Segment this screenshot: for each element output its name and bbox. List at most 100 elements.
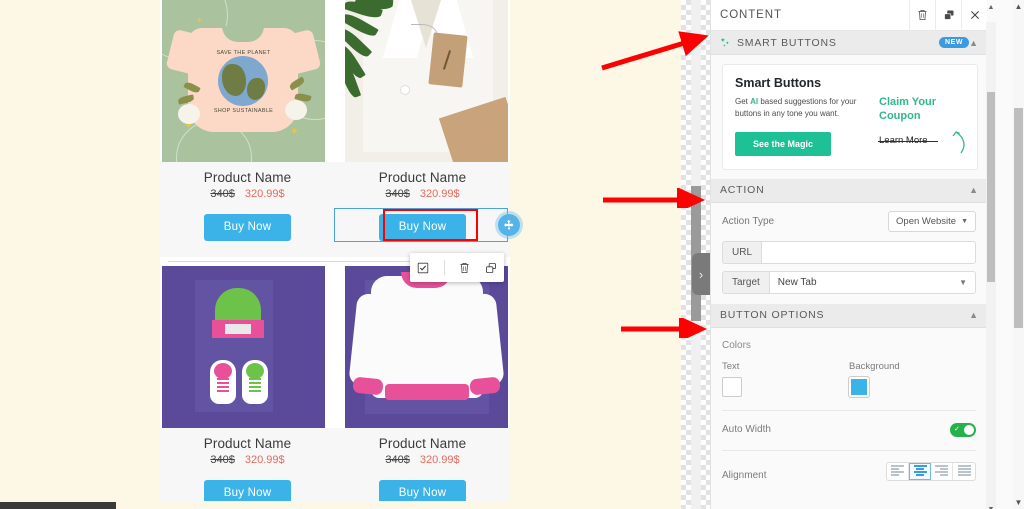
- align-left-button[interactable]: [887, 462, 909, 480]
- text-color-label: Text: [722, 360, 740, 372]
- email-builder-canvas[interactable]: ✦ ✦ ✦ ✦ ✦ ✦ SAVE THE PLANET SHOP SUSTAIN…: [0, 0, 681, 509]
- product-card[interactable]: ✦ ✦ ✦ ✦ ✦ ✦ SAVE THE PLANET SHOP SUSTAIN…: [160, 0, 335, 257]
- product-row: Product Name 340$ 320.99$ Buy Now Produc…: [160, 266, 510, 509]
- product-new-price: 320.99$: [419, 188, 460, 200]
- smart-buttons-promo-card: Smart Buttons Get AI based suggestions f…: [722, 64, 978, 170]
- url-input[interactable]: [761, 240, 976, 264]
- chevron-down-icon: ▼: [959, 277, 967, 287]
- section-label: SMART BUTTONS: [737, 36, 837, 49]
- section-label: ACTION: [720, 184, 765, 197]
- target-select-group[interactable]: Target New Tab ▼: [722, 270, 976, 294]
- product-info: Product Name 340$ 320.99$: [160, 428, 335, 466]
- text-color-swatch[interactable]: [722, 376, 742, 397]
- scrollbar-thumb[interactable]: [0, 502, 116, 509]
- check-icon: ✓: [954, 425, 960, 433]
- auto-width-toggle[interactable]: ✓: [950, 422, 976, 437]
- section-body-action: Action Type Open Website ▼ URL Target Ne…: [711, 202, 987, 304]
- chevron-up-icon[interactable]: ▲: [969, 310, 978, 320]
- toolbar-divider: [443, 260, 445, 275]
- product-image-beanie-shoes: [162, 266, 325, 428]
- target-select[interactable]: New Tab ▼: [768, 270, 976, 294]
- panel-close-button[interactable]: [961, 0, 987, 31]
- product-info: Product Name 340$ 320.99$: [335, 428, 510, 466]
- promo-title: Smart Buttons: [735, 76, 822, 90]
- product-old-price: 340$: [210, 188, 235, 200]
- scrollbar-thumb[interactable]: [987, 92, 995, 282]
- toggle-knob: [964, 424, 974, 435]
- product-name: Product Name: [378, 170, 467, 185]
- product-cta-wrap: Buy Now: [160, 200, 335, 257]
- see-the-magic-button[interactable]: See the Magic: [735, 131, 832, 156]
- section-body-smart-buttons: Smart Buttons Get AI based suggestions f…: [711, 64, 987, 170]
- product-prices: 340$ 320.99$: [160, 188, 335, 200]
- action-type-dropdown[interactable]: Open Website ▼: [888, 210, 976, 232]
- colors-label: Colors: [722, 339, 751, 351]
- target-label: Target: [722, 270, 769, 294]
- target-value: New Tab: [777, 276, 817, 288]
- align-justify-button[interactable]: [953, 463, 975, 480]
- auto-width-label: Auto Width: [722, 424, 771, 436]
- product-new-price: 320.99$: [244, 454, 285, 466]
- panel-collapse-handle[interactable]: ›: [692, 253, 710, 295]
- promo-description: Get AI based suggestions for your button…: [735, 96, 873, 121]
- panel-header: CONTENT: [711, 0, 987, 31]
- product-new-price: 320.99$: [244, 188, 285, 200]
- product-name: Product Name: [378, 436, 467, 451]
- url-label: URL: [722, 240, 762, 264]
- product-info: Product Name 340$ 320.99$: [335, 162, 510, 200]
- sparkle-ai-icon: [720, 37, 731, 48]
- scroll-up-arrow[interactable]: ▲: [1013, 2, 1024, 11]
- section-body-button-options: Colors Text Background Auto Width ✓ Alig…: [711, 327, 987, 481]
- product-image-sweatshirt: [345, 266, 508, 428]
- product-prices: 340$ 320.99$: [335, 188, 510, 200]
- product-image-shirt: [345, 0, 508, 162]
- action-type-label: Action Type: [722, 215, 775, 227]
- url-input-group[interactable]: URL: [722, 240, 976, 264]
- scroll-up-arrow[interactable]: ▲: [986, 4, 996, 11]
- tee-slogan-top: SAVE THE PLANET: [216, 50, 271, 56]
- alignment-row: Alignment: [711, 451, 987, 481]
- panel-delete-button[interactable]: [909, 0, 935, 31]
- buy-now-button[interactable]: Buy Now: [203, 214, 292, 241]
- promo-desc-part1: Get: [735, 97, 751, 106]
- settings-panel: CONTENT SMART BUTTONS NEW ▲ Smart Button…: [710, 0, 1024, 509]
- colors-row: Text Background: [711, 351, 987, 397]
- product-name: Product Name: [203, 170, 292, 185]
- product-old-price: 340$: [385, 454, 410, 466]
- background-color-col: Background: [849, 361, 976, 397]
- strikethrough-mark: [878, 140, 938, 142]
- panel-duplicate-button[interactable]: [935, 0, 961, 31]
- panel-title: CONTENT: [720, 9, 782, 21]
- product-card[interactable]: Product Name 340$ 320.99$ Buy Now: [335, 266, 510, 509]
- canvas-horizontal-scrollbar[interactable]: [0, 501, 681, 509]
- promo-desc-ai: AI: [750, 97, 759, 106]
- drag-handle[interactable]: [498, 214, 520, 236]
- scrollbar-thumb[interactable]: [1014, 108, 1023, 328]
- window-vertical-scrollbar[interactable]: ▲ ▼: [1013, 0, 1024, 509]
- claim-coupon-link[interactable]: Claim Your Coupon: [879, 96, 965, 124]
- product-old-price: 340$: [210, 454, 235, 466]
- scroll-down-arrow[interactable]: ▼: [1013, 498, 1024, 507]
- section-header-button-options[interactable]: BUTTON OPTIONS ▲: [711, 303, 987, 328]
- panel-vertical-scrollbar[interactable]: ▲ ▼: [986, 4, 996, 509]
- duplicate-icon[interactable]: [485, 262, 497, 274]
- section-header-smart-buttons[interactable]: SMART BUTTONS NEW ▲: [711, 31, 987, 55]
- palm-leaf-decor: [345, 0, 403, 100]
- product-info: Product Name 340$ 320.99$: [160, 162, 335, 200]
- background-color-label: Background: [849, 360, 900, 372]
- section-header-action[interactable]: ACTION ▲: [711, 178, 987, 203]
- section-label: BUTTON OPTIONS: [720, 309, 825, 322]
- product-image-tshirt: ✦ ✦ ✦ ✦ ✦ ✦ SAVE THE PLANET SHOP SUSTAIN…: [162, 0, 325, 162]
- product-card[interactable]: Product Name 340$ 320.99$ Buy Now: [160, 266, 335, 509]
- delete-icon[interactable]: [459, 262, 470, 274]
- alignment-button-group[interactable]: [886, 461, 976, 481]
- select-checkbox-icon[interactable]: [417, 262, 429, 274]
- product-grid: ✦ ✦ ✦ ✦ ✦ ✦ SAVE THE PLANET SHOP SUSTAIN…: [160, 0, 510, 509]
- chevron-up-icon[interactable]: ▲: [969, 38, 978, 48]
- align-right-button[interactable]: [931, 462, 953, 480]
- background-color-swatch[interactable]: [849, 376, 869, 397]
- element-toolbar[interactable]: [410, 253, 504, 282]
- align-center-button[interactable]: [909, 462, 931, 480]
- chevron-up-icon[interactable]: ▲: [969, 185, 978, 195]
